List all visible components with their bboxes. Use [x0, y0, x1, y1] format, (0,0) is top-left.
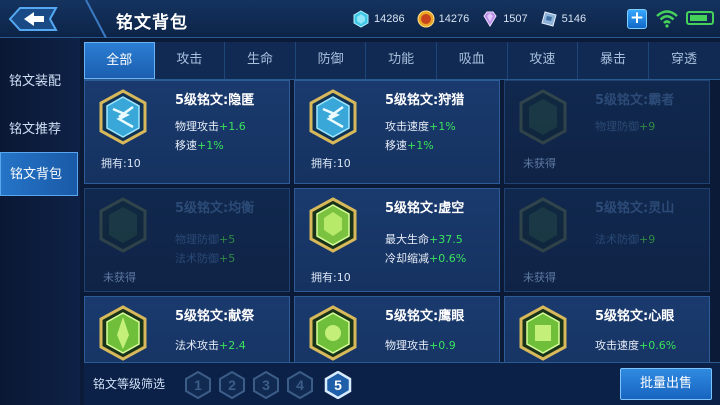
- owned-count: 拥有:10: [311, 271, 351, 284]
- inscription-attr: 最大生命+37.5: [385, 233, 463, 246]
- green-inscription-gem-icon: [99, 197, 147, 253]
- not-obtained-label: 未获得: [103, 271, 136, 284]
- diamond-value: 1507: [503, 13, 528, 25]
- blue-inscription-gem-icon: [99, 89, 147, 145]
- currency-gold: 14276: [417, 10, 470, 28]
- inscription-name: 5级铭文:霸者: [595, 93, 675, 108]
- gold-value: 14276: [438, 13, 470, 25]
- sidebar-item-recommend[interactable]: 铭文推荐: [0, 108, 78, 152]
- inscription-name: 5级铭文:虚空: [385, 201, 465, 216]
- green-inscription-gem-icon: [99, 305, 147, 361]
- level-1-filter-button[interactable]: 1: [184, 371, 212, 399]
- tab-utility[interactable]: 功能: [366, 42, 437, 79]
- svg-text:1: 1: [194, 377, 202, 393]
- currency-bar: 14286 14276 1507 5146: [352, 8, 598, 30]
- not-obtained-label: 未获得: [523, 157, 556, 170]
- svg-text:2: 2: [228, 377, 236, 393]
- currency-diamond: 1507: [481, 10, 528, 28]
- inscription-name: 5级铭文:心眼: [595, 309, 675, 324]
- green-inscription-gem-icon: [519, 89, 567, 145]
- inscription-attr: 移速+1%: [175, 139, 224, 152]
- blue-inscription-gem-icon: [309, 89, 357, 145]
- currency-voucher: 5146: [540, 10, 586, 28]
- inscription-card[interactable]: 5级铭文:灵山 法术防御+9 未获得: [504, 188, 710, 292]
- inscription-attr: 法术攻击+2.4: [175, 339, 246, 352]
- tab-crit[interactable]: 暴击: [578, 42, 649, 79]
- green-inscription-gem-icon: [519, 305, 567, 361]
- owned-count: 拥有:10: [101, 157, 141, 170]
- wifi-icon: [656, 10, 678, 28]
- voucher-icon: [541, 11, 557, 27]
- inscription-name: 5级铭文:均衡: [175, 201, 255, 216]
- green-inscription-gem-icon: [519, 197, 567, 253]
- inscription-card[interactable]: 5级铭文:献祭 法术攻击+2.4: [84, 296, 290, 362]
- tab-lifesteal[interactable]: 吸血: [437, 42, 508, 79]
- inscription-attr: 物理攻击+0.9: [385, 339, 456, 352]
- inscription-card[interactable]: 5级铭文:霸者 物理防御+9 未获得: [504, 80, 710, 184]
- owned-count: 拥有:10: [311, 157, 351, 170]
- sidebar: 铭文装配 铭文推荐 铭文背包: [0, 38, 80, 405]
- tab-penetration[interactable]: 穿透: [649, 42, 720, 79]
- inscription-name: 5级铭文:鹰眼: [385, 309, 465, 324]
- level-4-filter-button[interactable]: 4: [286, 371, 314, 399]
- crystal-icon: [353, 10, 369, 28]
- inscription-attr: 攻击速度+0.6%: [595, 339, 677, 352]
- page-title: 铭文背包: [116, 13, 188, 33]
- inscription-card[interactable]: 5级铭文:虚空 最大生命+37.5 冷却缩减+0.6% 拥有:10: [294, 188, 500, 292]
- title-divider: [85, 0, 107, 38]
- inscription-attr: 冷却缩减+0.6%: [385, 252, 467, 265]
- inscription-attr: 法术防御+9: [595, 233, 656, 246]
- inscription-card[interactable]: 5级铭文:鹰眼 物理攻击+0.9: [294, 296, 500, 362]
- inscription-name: 5级铭文:献祭: [175, 309, 255, 324]
- inscription-card[interactable]: 5级铭文:均衡 物理防御+5 法术防御+5 未获得: [84, 188, 290, 292]
- inscription-attr: 法术防御+5: [175, 252, 236, 265]
- bottom-bar: 铭文等级筛选 1 2 3 4 5 批量出售: [84, 362, 720, 405]
- diamond-icon: [483, 11, 497, 27]
- add-currency-button[interactable]: +: [627, 9, 647, 29]
- gold-coin-icon: [417, 10, 435, 28]
- green-inscription-gem-icon: [309, 305, 357, 361]
- sidebar-item-backpack[interactable]: 铭文背包: [0, 152, 78, 196]
- voucher-value: 5146: [561, 13, 587, 25]
- back-arrow-icon[interactable]: [6, 4, 62, 34]
- inscription-attr: 移速+1%: [385, 139, 434, 152]
- inscription-attr: 物理防御+5: [175, 233, 236, 246]
- green-inscription-gem-icon: [309, 197, 357, 253]
- top-bar: 铭文背包 14286 14276 1507 5146 +: [0, 0, 720, 38]
- level-filter-label: 铭文等级筛选: [93, 377, 166, 391]
- crystal-value: 14286: [374, 13, 405, 25]
- tab-all[interactable]: 全部: [84, 42, 155, 79]
- currency-crystal: 14286: [352, 10, 405, 28]
- inscription-attr: 物理防御+9: [595, 120, 656, 133]
- level-5-filter-button[interactable]: 5: [324, 371, 352, 399]
- tab-attack[interactable]: 攻击: [155, 42, 226, 79]
- svg-text:4: 4: [296, 377, 304, 393]
- svg-text:3: 3: [262, 377, 270, 393]
- inscription-name: 5级铭文:灵山: [595, 201, 675, 216]
- tab-health[interactable]: 生命: [225, 42, 296, 79]
- inscription-card[interactable]: 5级铭文:心眼 攻击速度+0.6%: [504, 296, 710, 362]
- inscription-attr: 物理攻击+1.6: [175, 120, 246, 133]
- inscription-grid: 5级铭文:隐匿 物理攻击+1.6 移速+1% 拥有:10 5级铭文:狩猎 攻击速…: [84, 80, 720, 362]
- not-obtained-label: 未获得: [523, 271, 556, 284]
- inscription-card[interactable]: 5级铭文:狩猎 攻击速度+1% 移速+1% 拥有:10: [294, 80, 500, 184]
- level-2-filter-button[interactable]: 2: [218, 371, 246, 399]
- level-3-filter-button[interactable]: 3: [252, 371, 280, 399]
- inscription-attr: 攻击速度+1%: [385, 120, 456, 133]
- tab-attack-speed[interactable]: 攻速: [508, 42, 579, 79]
- inscription-name: 5级铭文:隐匿: [175, 93, 255, 108]
- tab-defense[interactable]: 防御: [296, 42, 367, 79]
- battery-icon: [686, 11, 714, 25]
- svg-text:5: 5: [334, 377, 342, 393]
- inscription-card[interactable]: 5级铭文:隐匿 物理攻击+1.6 移速+1% 拥有:10: [84, 80, 290, 184]
- batch-sell-button[interactable]: 批量出售: [620, 368, 712, 400]
- inscription-name: 5级铭文:狩猎: [385, 93, 465, 108]
- category-tabs: 全部 攻击 生命 防御 功能 吸血 攻速 暴击 穿透: [84, 42, 720, 80]
- sidebar-item-equip[interactable]: 铭文装配: [0, 60, 78, 104]
